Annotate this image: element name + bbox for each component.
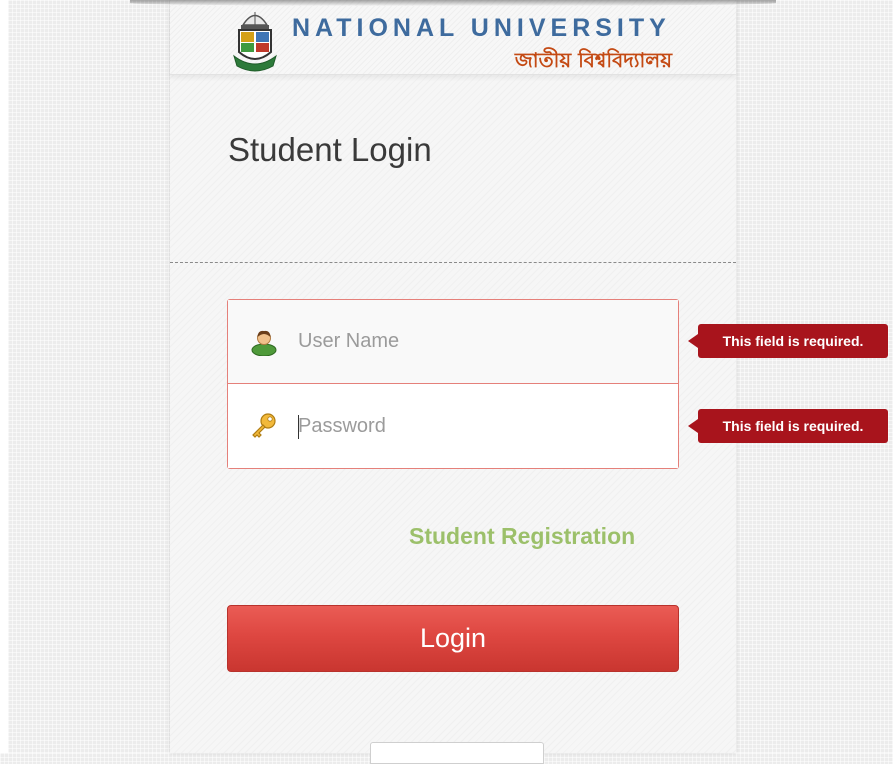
login-button[interactable]: Login: [227, 605, 679, 672]
page-title: Student Login: [228, 131, 432, 168]
key-icon: [252, 413, 276, 438]
section-divider: [170, 262, 736, 263]
university-name-bangla: জাতীয় বিশ্ববিদ্যালয়: [514, 48, 672, 72]
site-header: NATIONAL UNIVERSITY জাতীয় বিশ্ববিদ্যালয…: [170, 6, 736, 75]
password-input[interactable]: [298, 385, 668, 468]
university-crest-icon: [233, 12, 277, 72]
university-name-english: NATIONAL UNIVERSITY: [292, 14, 671, 42]
page-left-edge: [0, 0, 8, 753]
bottom-tab: [370, 742, 544, 764]
username-input[interactable]: [298, 300, 668, 383]
username-error-tooltip: This field is required.: [688, 324, 888, 358]
username-field: [228, 300, 678, 384]
password-field: [228, 385, 678, 468]
password-error-tooltip: This field is required.: [688, 409, 888, 443]
student-registration-link[interactable]: Student Registration: [409, 523, 635, 550]
login-form: [227, 299, 679, 469]
user-icon: [251, 330, 277, 356]
